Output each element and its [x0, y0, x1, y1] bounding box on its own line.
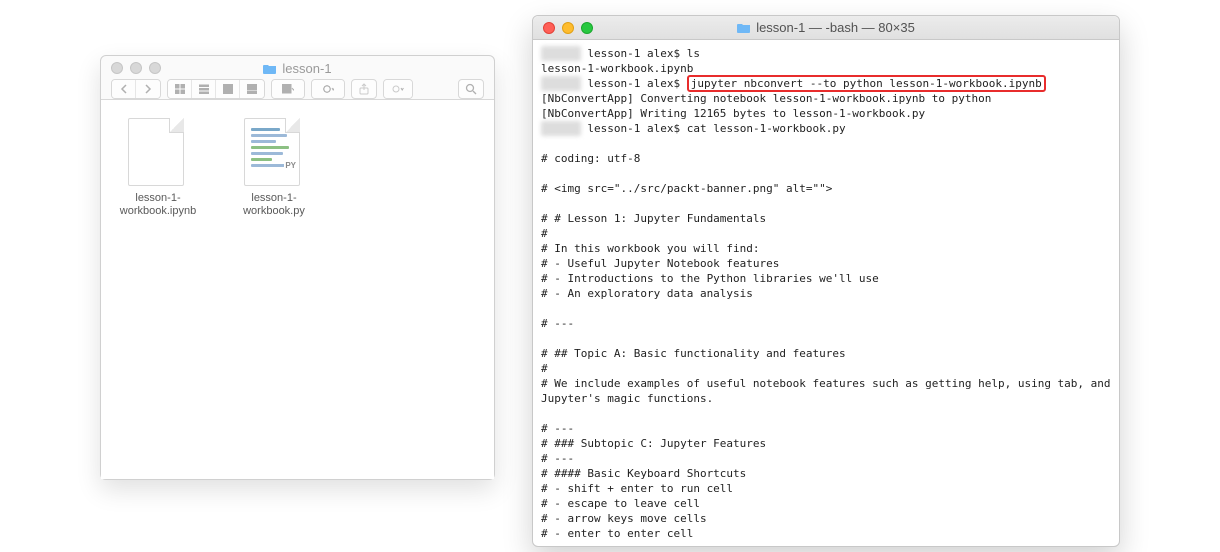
- back-button[interactable]: [112, 80, 136, 98]
- close-button[interactable]: [111, 62, 123, 74]
- file-item[interactable]: lesson-1-workbook.ipynb: [113, 118, 203, 218]
- tag-button[interactable]: [384, 80, 412, 98]
- finder-toolbar: [101, 79, 494, 99]
- prompt: lesson-1 alex$: [581, 122, 687, 135]
- prompt: lesson-1 alex$: [581, 77, 687, 90]
- redacted-hostname: ██████: [541, 46, 581, 61]
- terminal-title: lesson-1 — -bash — 80×35: [533, 20, 1119, 35]
- output-line: lesson-1-workbook.ipynb: [541, 62, 693, 75]
- search-button[interactable]: [458, 79, 484, 99]
- command-text: cat lesson-1-workbook.py: [687, 122, 846, 135]
- share-button[interactable]: [351, 79, 377, 99]
- terminal-titlebar: lesson-1 — -bash — 80×35: [533, 16, 1119, 40]
- view-columns-button[interactable]: [216, 80, 240, 98]
- output-line: [NbConvertApp] Converting notebook lesso…: [541, 92, 991, 105]
- action-button-group: [311, 79, 345, 99]
- output-line: [NbConvertApp] Writing 12165 bytes to le…: [541, 107, 925, 120]
- file-extension-badge: PY: [284, 161, 297, 170]
- terminal-window: lesson-1 — -bash — 80×35 ██████ lesson-1…: [532, 15, 1120, 547]
- terminal-traffic-lights[interactable]: [543, 22, 593, 34]
- action-button[interactable]: [312, 80, 344, 98]
- tag-button-group: [383, 79, 413, 99]
- terminal-body[interactable]: ██████ lesson-1 alex$ ls lesson-1-workbo…: [533, 40, 1119, 546]
- arrange-button[interactable]: [272, 80, 304, 98]
- file-name: lesson-1-workbook.ipynb: [113, 192, 203, 218]
- file-icon: PY: [244, 118, 304, 188]
- finder-window: lesson-1: [100, 55, 495, 480]
- file-icon: [128, 118, 188, 188]
- redacted-hostname: ██████: [541, 76, 581, 91]
- finder-title-text: lesson-1: [282, 61, 331, 76]
- folder-icon: [737, 22, 751, 33]
- view-gallery-button[interactable]: [240, 80, 264, 98]
- forward-button[interactable]: [136, 80, 160, 98]
- maximize-button[interactable]: [149, 62, 161, 74]
- finder-content: lesson-1-workbook.ipynb PY le: [101, 100, 494, 479]
- arrange-button-group: [271, 79, 305, 99]
- highlighted-command: jupyter nbconvert --to python lesson-1-w…: [687, 75, 1046, 92]
- close-button[interactable]: [543, 22, 555, 34]
- view-list-button[interactable]: [192, 80, 216, 98]
- prompt: lesson-1 alex$: [581, 47, 687, 60]
- view-buttons: [167, 79, 265, 99]
- minimize-button[interactable]: [562, 22, 574, 34]
- finder-titlebar: lesson-1: [101, 56, 494, 100]
- output-body: # coding: utf-8 # <img src="../src/packt…: [541, 152, 1117, 540]
- command-text: jupyter nbconvert --to python lesson-1-w…: [691, 77, 1042, 90]
- command-text: ls: [687, 47, 700, 60]
- file-item[interactable]: PY lesson-1-workbook.py: [229, 118, 319, 218]
- finder-traffic-lights[interactable]: [111, 62, 161, 74]
- redacted-hostname: ██████: [541, 121, 581, 136]
- view-icons-button[interactable]: [168, 80, 192, 98]
- maximize-button[interactable]: [581, 22, 593, 34]
- folder-icon: [263, 63, 277, 74]
- terminal-title-text: lesson-1 — -bash — 80×35: [756, 20, 915, 35]
- file-name: lesson-1-workbook.py: [229, 192, 319, 218]
- nav-buttons: [111, 79, 161, 99]
- minimize-button[interactable]: [130, 62, 142, 74]
